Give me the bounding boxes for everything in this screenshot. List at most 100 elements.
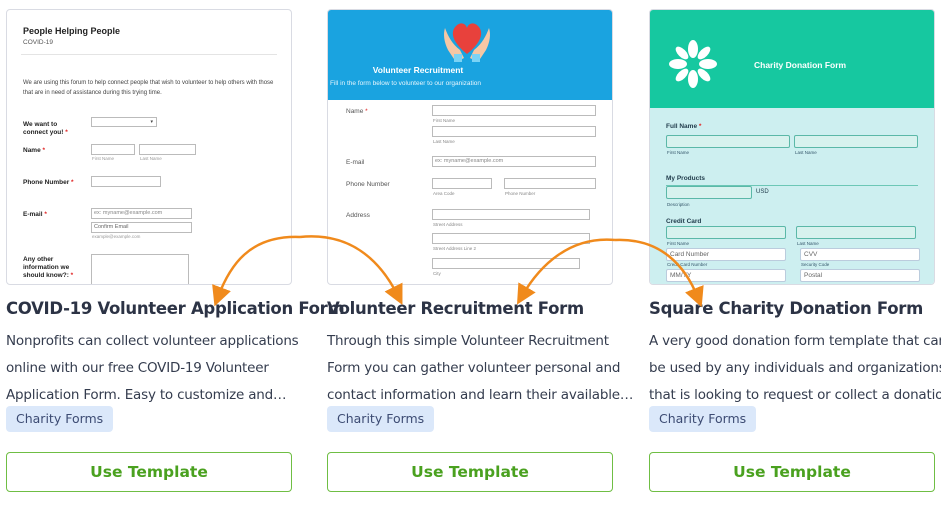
required-mark: * xyxy=(44,211,47,218)
preview-expiry: MM/YY xyxy=(666,269,786,282)
description-line: A very good donation form template that … xyxy=(649,333,941,349)
dropdown-arrow-icon: ▾ xyxy=(150,119,153,125)
preview-street2 xyxy=(432,233,590,244)
preview-label-phone: Phone Number * xyxy=(23,179,74,187)
label-text: Full Name xyxy=(666,123,698,130)
preview-card-number: Card Number xyxy=(666,248,786,261)
preview-card-last xyxy=(796,226,916,239)
required-mark: * xyxy=(365,108,368,115)
caption: Street Address Line 2 xyxy=(433,246,477,251)
preview-email-input: ex: myname@example.com xyxy=(91,208,192,219)
use-template-button[interactable]: Use Template xyxy=(649,452,935,492)
preview-postal: Postal xyxy=(800,269,920,282)
label-text: Name xyxy=(346,108,364,115)
label-text: E-mail xyxy=(23,211,43,218)
preview-last-name xyxy=(794,135,918,148)
preview-subheading: COVID-19 xyxy=(23,39,53,46)
description-line: contact information and learn their avai… xyxy=(327,387,634,403)
preview-subheading: Fill in the form below to volunteer to o… xyxy=(330,80,482,87)
preview-intro: We are using this forum to help connect … xyxy=(23,80,274,96)
template-preview-thumbnail[interactable]: Charity Donation Form Full Name * First … xyxy=(649,9,935,285)
label-text: Name xyxy=(23,147,41,154)
preview-label-products: My Products xyxy=(666,175,706,182)
description-line: online with our free COVID-19 Volunteer xyxy=(6,360,269,376)
label-text: Any other information we should know?: xyxy=(23,256,70,279)
caption: Street Address xyxy=(433,222,463,227)
caption: Area Code xyxy=(433,191,455,196)
preview-cvv: CVV xyxy=(800,248,920,261)
preview-label-address: Address xyxy=(346,212,370,219)
caption: First Name xyxy=(667,241,690,246)
preview-heading: People Helping People xyxy=(23,26,121,36)
required-mark: * xyxy=(698,123,702,130)
preview-phone-input xyxy=(91,176,161,187)
use-template-button[interactable]: Use Template xyxy=(6,452,292,492)
caption: First Name xyxy=(92,156,115,161)
preview-label-email: E-mail * xyxy=(23,211,47,219)
required-mark: * xyxy=(70,272,74,279)
category-tag[interactable]: Charity Forms xyxy=(6,406,114,432)
preview-area-code xyxy=(432,178,492,189)
preview-last-name xyxy=(139,144,196,155)
caption: City xyxy=(433,271,441,276)
preview-dropdown: ▾ xyxy=(91,117,157,127)
preview-first-name xyxy=(432,105,596,116)
caption: Description xyxy=(667,202,690,207)
caption: Last Name xyxy=(797,241,819,246)
preview-textarea xyxy=(91,254,189,284)
template-title[interactable]: Square Charity Donation Form xyxy=(649,299,923,318)
caption: Phone Number xyxy=(505,191,536,196)
template-preview-thumbnail[interactable]: People Helping People COVID-19 We are us… xyxy=(6,9,292,285)
template-description: A very good donation form template that … xyxy=(649,328,941,409)
preview-heading: Volunteer Recruitment xyxy=(372,65,464,75)
caption: Security Code xyxy=(801,262,830,267)
preview-street xyxy=(432,209,590,220)
preview-label-connect: We want to connect you! * xyxy=(23,121,83,137)
label-text: Phone Number xyxy=(23,179,70,186)
preview-last-name xyxy=(432,126,596,137)
description-line: Form you can gather volunteer personal a… xyxy=(327,360,621,376)
required-mark: * xyxy=(65,129,68,136)
template-description: Nonprofits can collect volunteer applica… xyxy=(6,328,299,409)
required-mark: * xyxy=(71,179,74,186)
caption: Last Name xyxy=(140,156,162,161)
template-description: Through this simple Volunteer Recruitmen… xyxy=(327,328,634,409)
description-line: be used by any individuals and organizat… xyxy=(649,360,941,376)
preview-label-name: Name * xyxy=(346,108,368,115)
preview-phone-input xyxy=(504,178,596,189)
caption: Last Name xyxy=(433,139,455,144)
template-title[interactable]: Volunteer Recruitment Form xyxy=(327,299,584,318)
template-title[interactable]: COVID-19 Volunteer Application Form xyxy=(6,299,345,318)
preview-label-fullname: Full Name * xyxy=(666,123,701,130)
preview-email-input: ex: myname@example.com xyxy=(432,156,596,167)
description-line: that is looking to request or collect a … xyxy=(649,387,941,403)
caption: example@example.com xyxy=(92,234,141,239)
currency-label: USD xyxy=(756,189,769,195)
preview-label-phone: Phone Number xyxy=(346,181,390,188)
preview-product-amount xyxy=(666,186,752,199)
description-line: Nonprofits can collect volunteer applica… xyxy=(6,333,299,349)
category-tag[interactable]: Charity Forms xyxy=(649,406,757,432)
required-mark: * xyxy=(42,147,46,154)
preview-heading: Charity Donation Form xyxy=(754,60,847,70)
preview-card-first xyxy=(666,226,786,239)
label-text: We want to connect you! xyxy=(23,121,64,136)
divider xyxy=(21,54,277,55)
caption: First Name xyxy=(667,150,690,155)
description-line: Application Form. Easy to customize and… xyxy=(6,387,287,403)
caption: Last Name xyxy=(795,150,817,155)
caption: First Name xyxy=(433,118,456,123)
category-tag[interactable]: Charity Forms xyxy=(327,406,435,432)
template-preview-thumbnail[interactable]: Volunteer Recruitment Fill in the form b… xyxy=(327,9,613,285)
caption: Credit Card Number xyxy=(667,262,708,267)
description-line: Through this simple Volunteer Recruitmen… xyxy=(327,333,609,349)
use-template-button[interactable]: Use Template xyxy=(327,452,613,492)
preview-label-email: E-mail xyxy=(346,159,365,166)
preview-first-name xyxy=(666,135,790,148)
charity-hands-logo-icon xyxy=(669,40,717,88)
preview-confirm-email: Confirm Email xyxy=(91,222,192,233)
preview-city xyxy=(432,258,580,269)
heart-hands-icon xyxy=(444,23,490,62)
preview-label-name: Name * xyxy=(23,147,45,155)
preview-label-credit: Credit Card xyxy=(666,218,702,225)
